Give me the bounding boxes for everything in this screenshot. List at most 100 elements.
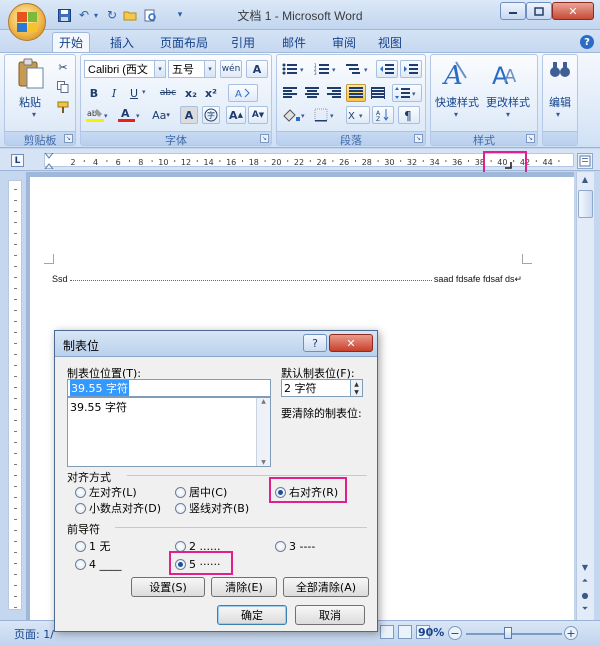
clear-button[interactable]: 清除(E) — [211, 577, 277, 597]
list-scroll-up-icon[interactable]: ▲ — [257, 398, 270, 405]
bold-button[interactable]: B — [86, 84, 102, 102]
minimize-button[interactable] — [500, 2, 526, 20]
align-center-radio[interactable]: 居中(C) — [175, 485, 227, 499]
tab-position-input[interactable]: 39.55 字符 — [67, 379, 271, 397]
align-decimal-radio[interactable]: 小数点对齐(D) — [75, 501, 161, 515]
tab-stop-list-item[interactable]: 39.55 字符 — [68, 398, 270, 416]
paste-icon[interactable] — [16, 58, 46, 90]
tab-view[interactable]: 视图 — [372, 32, 408, 52]
font-name-combo[interactable]: Calibri (西文 ▾ — [84, 60, 166, 78]
zoom-in-icon[interactable]: + — [564, 626, 578, 640]
indent-marker-icon[interactable] — [43, 152, 55, 170]
paragraph-launcher-icon[interactable]: ↘ — [414, 134, 423, 143]
default-tab-input[interactable]: 2 字符 ▲ ▼ — [281, 379, 363, 397]
distributed-button[interactable] — [368, 84, 388, 102]
sort-button[interactable]: AZ — [372, 106, 394, 124]
show-marks-button[interactable]: ¶ — [398, 106, 420, 124]
tab-mailings[interactable]: 邮件 — [276, 32, 312, 52]
zoom-out-icon[interactable]: − — [448, 626, 462, 640]
browse-object-icon[interactable]: ● — [577, 588, 593, 602]
copy-icon[interactable] — [54, 78, 72, 96]
dialog-close-button[interactable]: ✕ — [329, 334, 373, 352]
strikethrough-button[interactable]: abc — [156, 84, 180, 102]
tab-page-layout[interactable]: 页面布局 — [154, 32, 214, 52]
italic-button[interactable]: I — [106, 84, 122, 102]
font-size-combo[interactable]: 五号 ▾ — [168, 60, 216, 78]
right-tab-marker-icon[interactable] — [504, 160, 514, 169]
print-layout-view-icon[interactable] — [380, 625, 394, 639]
font-name-dropdown-icon[interactable]: ▾ — [154, 61, 165, 77]
tab-stop-list[interactable]: 39.55 字符 ▲ ▼ — [67, 397, 271, 467]
justify-button[interactable] — [346, 84, 366, 102]
change-styles-label[interactable]: 更改样式 — [482, 94, 534, 110]
font-launcher-icon[interactable]: ↘ — [260, 134, 269, 143]
tab-review[interactable]: 审阅 — [326, 32, 362, 52]
editing-dropdown-icon[interactable]: ▾ — [556, 110, 560, 119]
phonetic-guide-button[interactable]: wén — [220, 60, 242, 78]
vertical-ruler[interactable] — [8, 180, 22, 610]
align-bar-radio[interactable]: 竖线对齐(B) — [175, 501, 249, 515]
underline-dropdown-icon[interactable]: ▾ — [142, 88, 146, 96]
leader-1-radio[interactable]: 1 无 — [75, 539, 111, 553]
scroll-down-icon[interactable]: ▼ — [577, 560, 593, 574]
scroll-up-icon[interactable]: ▲ — [577, 172, 593, 186]
character-shading-button[interactable]: A — [180, 106, 198, 124]
change-styles-dropdown-icon[interactable]: ▾ — [506, 110, 510, 119]
close-window-button[interactable]: ✕ — [552, 2, 594, 20]
tab-selector-button[interactable]: L — [11, 154, 24, 167]
vertical-scrollbar[interactable]: ▲ ▼ ⏶ ● ⏷ — [576, 172, 594, 620]
tab-insert[interactable]: 插入 — [104, 32, 140, 52]
view-ruler-icon[interactable] — [577, 153, 593, 169]
subscript-button[interactable]: x₂ — [182, 84, 200, 102]
font-color-button[interactable]: A ▾ — [116, 106, 144, 124]
change-case-button[interactable]: A — [228, 84, 258, 102]
align-left-radio[interactable]: 左对齐(L) — [75, 485, 137, 499]
multilevel-list-button[interactable]: ▾ — [344, 60, 374, 78]
grow-font-button[interactable]: A ▲ — [226, 106, 246, 124]
line-spacing-button[interactable]: ▾ — [392, 84, 422, 102]
chinese-layout-button[interactable]: X ▾ — [346, 106, 370, 124]
page-count[interactable]: 页面: 1/ — [14, 626, 54, 642]
clear-all-button[interactable]: 全部清除(A) — [283, 577, 369, 597]
find-binoculars-icon[interactable] — [548, 60, 572, 82]
full-screen-view-icon[interactable] — [398, 625, 412, 639]
font-size-dropdown-icon[interactable]: ▾ — [204, 61, 215, 77]
ok-button[interactable]: 确定 — [217, 605, 287, 625]
default-tab-spinner[interactable]: ▲ ▼ — [350, 380, 362, 396]
quick-styles-label[interactable]: 快速样式 — [432, 94, 482, 110]
office-button[interactable] — [8, 3, 46, 41]
document-paragraph[interactable]: Ssd saad fdsafe fdsaf ds↵ — [52, 272, 522, 286]
change-case-dropdown-button[interactable]: Aa ▾ — [148, 106, 174, 124]
shrink-font-button[interactable]: A ▼ — [248, 106, 268, 124]
quick-styles-icon[interactable]: A — [442, 58, 472, 91]
maximize-button[interactable] — [526, 2, 552, 20]
tab-list-scrollbar[interactable]: ▲ ▼ — [256, 398, 270, 466]
superscript-button[interactable]: x² — [202, 84, 220, 102]
previous-page-icon[interactable]: ⏶ — [577, 574, 593, 588]
increase-indent-button[interactable] — [400, 60, 422, 78]
clear-format-button[interactable]: A — [246, 60, 268, 78]
clipboard-launcher-icon[interactable]: ↘ — [64, 134, 73, 143]
leader-3-radio[interactable]: 3 ---- — [275, 539, 315, 553]
change-styles-icon[interactable]: AA — [492, 58, 524, 90]
cancel-button[interactable]: 取消 — [295, 605, 365, 625]
shading-button[interactable]: ▾ — [280, 106, 308, 124]
paste-label[interactable]: 粘贴 — [12, 94, 48, 110]
scroll-thumb[interactable] — [578, 190, 593, 218]
bullets-button[interactable]: ▾ — [280, 60, 310, 78]
leader-4-radio[interactable]: 4 ____ — [75, 557, 122, 571]
enclose-characters-button[interactable]: 字 — [202, 106, 220, 124]
align-center-button[interactable] — [302, 84, 322, 102]
quick-styles-dropdown-icon[interactable]: ▾ — [454, 110, 458, 119]
next-page-icon[interactable]: ⏷ — [577, 602, 593, 616]
zoom-slider[interactable] — [466, 633, 562, 635]
tab-references[interactable]: 引用 — [225, 32, 261, 52]
zoom-slider-thumb[interactable] — [504, 627, 512, 639]
styles-launcher-icon[interactable]: ↘ — [526, 134, 535, 143]
borders-button[interactable]: ▾ — [312, 106, 340, 124]
paste-dropdown-icon[interactable]: ▾ — [32, 110, 42, 119]
underline-button[interactable]: U — [126, 84, 142, 102]
cut-icon[interactable]: ✂ — [54, 58, 72, 76]
tab-home[interactable]: 开始 — [52, 32, 91, 52]
format-painter-icon[interactable] — [54, 98, 72, 116]
